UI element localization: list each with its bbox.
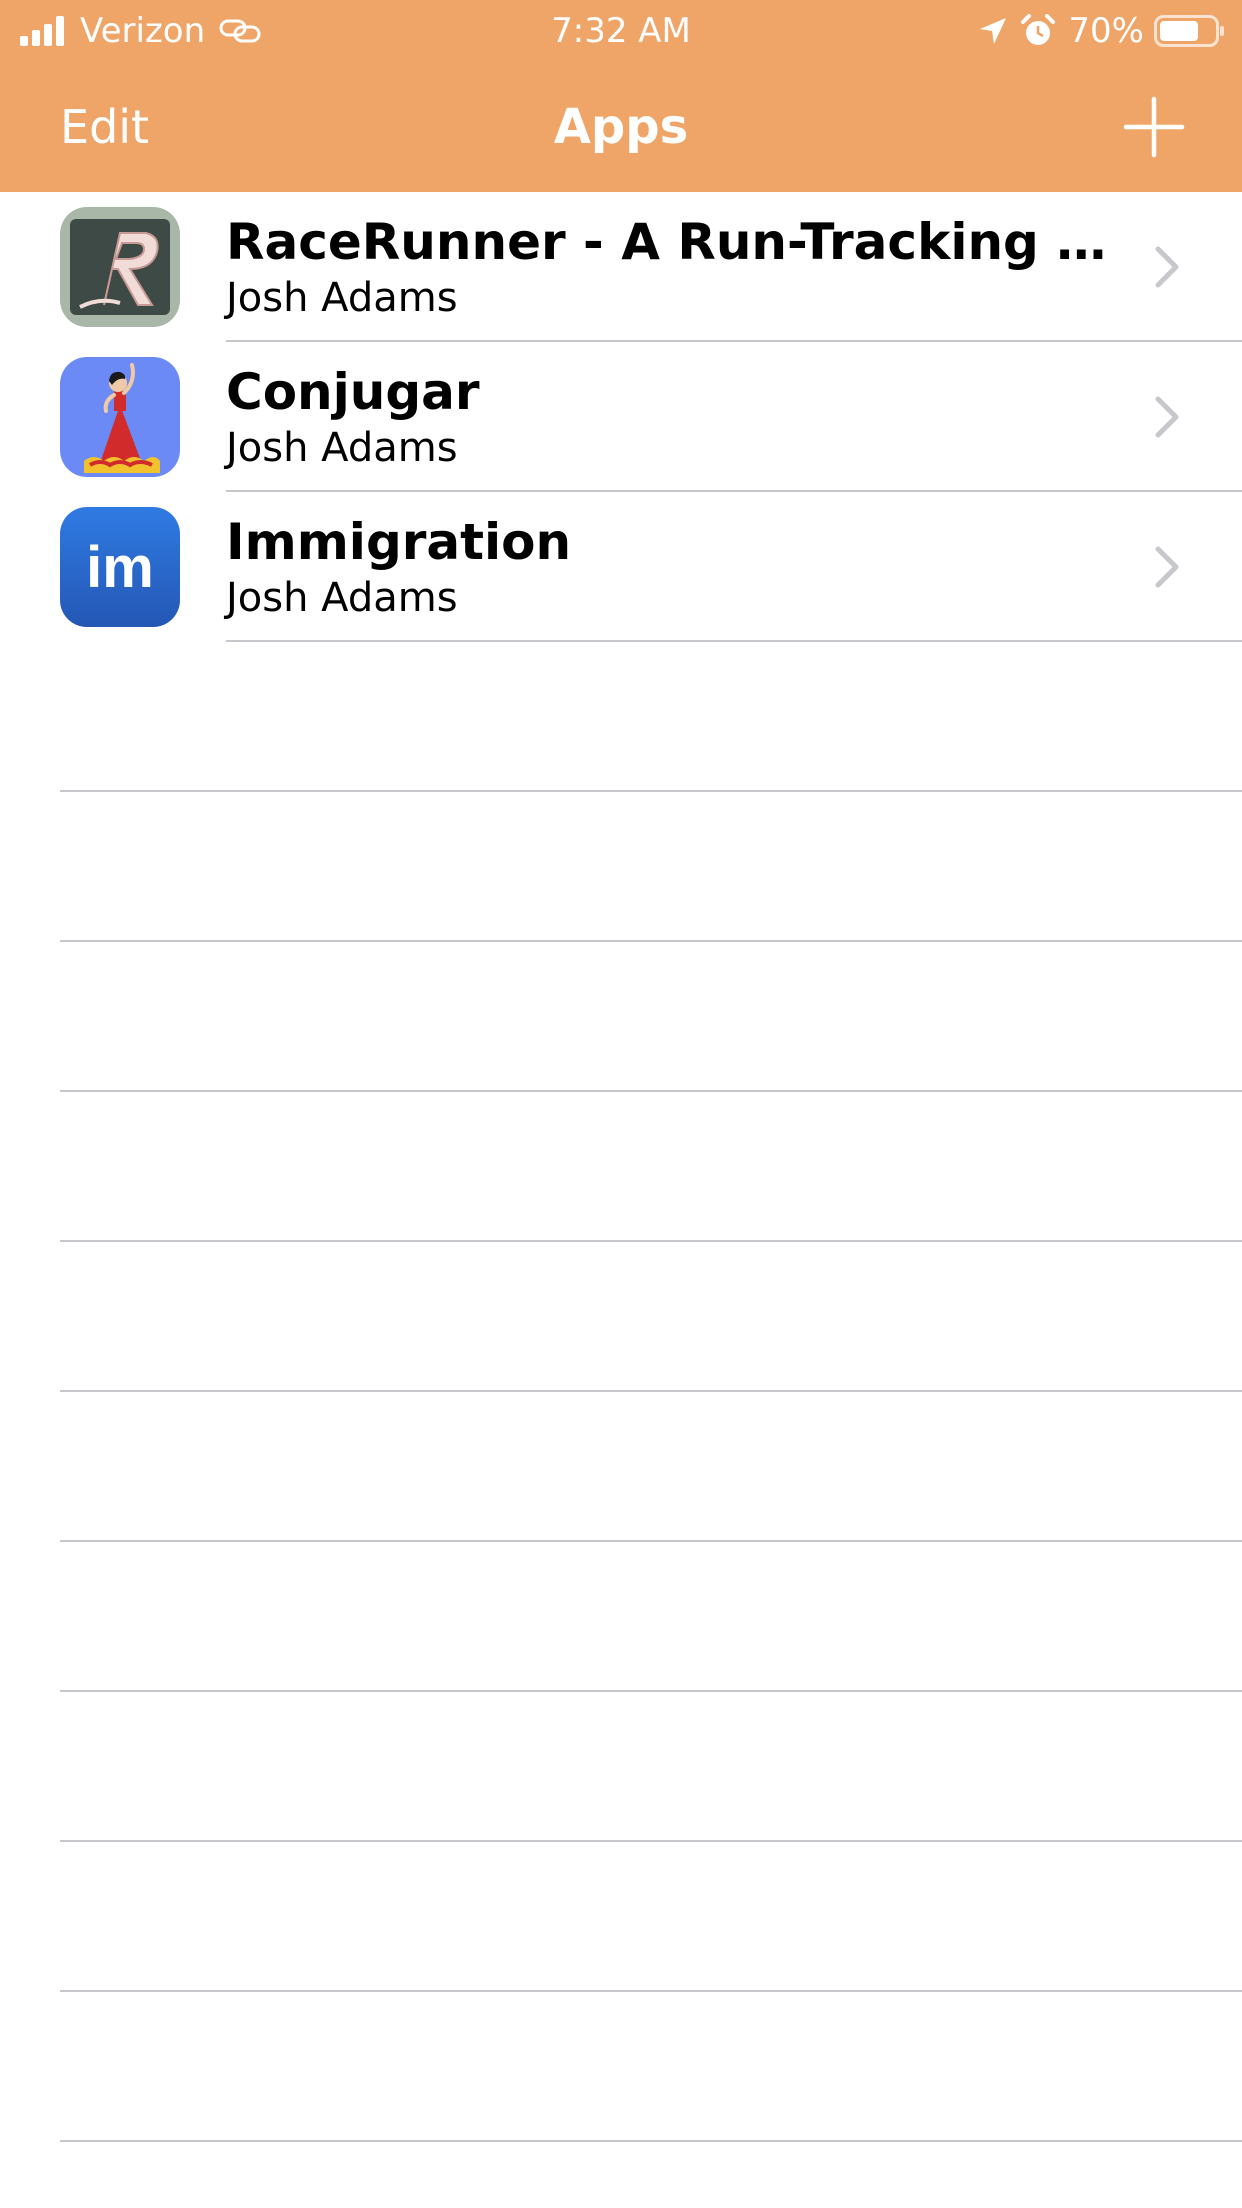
immigration-app-icon: im <box>60 507 180 627</box>
status-right: 70% <box>978 8 1226 54</box>
app-title: Immigration <box>226 513 572 571</box>
list-item[interactable]: RaceRunner - A Run-Tracking App f... Jos… <box>0 192 1242 342</box>
empty-row <box>0 1392 1242 1542</box>
empty-row <box>0 2142 1242 2208</box>
empty-row <box>0 1092 1242 1242</box>
chevron-right-icon <box>1155 246 1179 288</box>
location-icon <box>980 18 1007 44</box>
plus-icon[interactable] <box>1122 95 1186 159</box>
empty-row <box>0 1692 1242 1842</box>
app-title: RaceRunner - A Run-Tracking App f... <box>226 213 1126 271</box>
list-item[interactable]: im Immigration Josh Adams <box>0 492 1242 642</box>
chevron-right-icon <box>1155 396 1179 438</box>
empty-row <box>0 942 1242 1092</box>
apps-list: RaceRunner - A Run-Tracking App f... Jos… <box>0 192 1242 2208</box>
page-title: Apps <box>553 99 689 155</box>
empty-row <box>0 1842 1242 1992</box>
empty-row <box>0 642 1242 792</box>
empty-row <box>0 1992 1242 2142</box>
navigation-bar: Edit Apps <box>0 62 1242 192</box>
empty-row <box>0 1242 1242 1392</box>
app-developer: Josh Adams <box>226 275 458 321</box>
immigration-icon-text: im <box>86 535 154 600</box>
header: Verizon 7:32 AM 70% Edit Apps <box>0 0 1242 192</box>
app-title: Conjugar <box>226 363 480 421</box>
racerunner-app-icon <box>60 207 180 327</box>
empty-row <box>0 792 1242 942</box>
empty-row <box>0 1542 1242 1692</box>
battery-percent: 70% <box>1068 11 1144 51</box>
app-developer: Josh Adams <box>226 425 458 471</box>
app-developer: Josh Adams <box>226 575 458 621</box>
conjugar-app-icon <box>60 357 180 477</box>
alarm-icon <box>1021 14 1056 45</box>
list-item[interactable]: Conjugar Josh Adams <box>0 342 1242 492</box>
status-bar: Verizon 7:32 AM 70% <box>0 0 1242 62</box>
edit-button[interactable]: Edit <box>60 62 149 192</box>
chevron-right-icon <box>1155 546 1179 588</box>
battery-icon <box>1154 15 1224 47</box>
